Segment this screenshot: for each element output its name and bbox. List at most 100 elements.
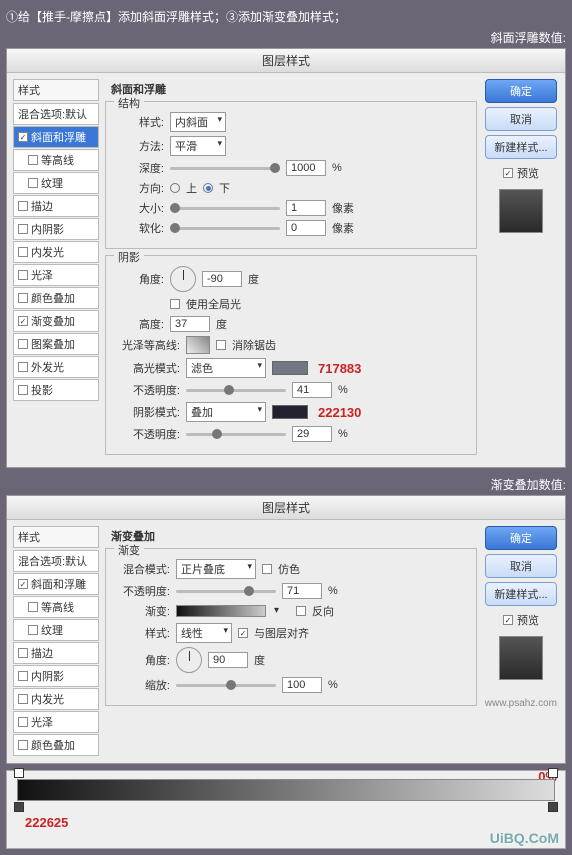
grad-opacity-slider[interactable] [176, 590, 276, 593]
highlight-opacity-input[interactable]: 41 [292, 382, 332, 398]
style-texture-row[interactable]: 纹理 [13, 172, 99, 194]
new-style-button[interactable]: 新建样式... [485, 135, 557, 159]
checkbox-icon[interactable] [18, 740, 28, 750]
blend-mode-dropdown[interactable]: 正片叠底 [176, 559, 256, 579]
gradient-bar[interactable] [17, 779, 555, 801]
checkbox-icon[interactable] [18, 385, 28, 395]
depth-input[interactable]: 1000 [286, 160, 326, 176]
style-glow-label2: 光泽 [31, 714, 53, 730]
px-unit: 像素 [332, 200, 354, 216]
depth-slider[interactable] [170, 167, 280, 170]
opacity-stop-left[interactable] [14, 768, 24, 778]
gradient-picker[interactable] [176, 605, 266, 617]
blend-options-row[interactable]: 混合选项:默认 [13, 103, 99, 125]
style-texture-row2[interactable]: 纹理 [13, 619, 99, 641]
structure-group: 结构 样式:内斜面 方法:平滑 深度:1000% 方向:上下 大小:1像素 软化… [105, 101, 477, 249]
dither-checkbox[interactable] [262, 564, 272, 574]
antialias-checkbox[interactable] [216, 340, 226, 350]
style-bevel-row2[interactable]: ✓斜面和浮雕 [13, 573, 99, 595]
style-coloroverlay-row[interactable]: 颜色叠加 [13, 287, 99, 309]
color-stop-left[interactable] [14, 802, 24, 812]
style-bevel-label2: 斜面和浮雕 [31, 576, 86, 592]
scale-input[interactable]: 100 [282, 677, 322, 693]
blend-options-row2[interactable]: 混合选项:默认 [13, 550, 99, 572]
style-glow-row2[interactable]: 光泽 [13, 711, 99, 733]
cancel-button[interactable]: 取消 [485, 107, 557, 131]
checkbox-icon[interactable] [28, 178, 38, 188]
checkbox-icon[interactable] [18, 201, 28, 211]
shadow-color-swatch[interactable] [272, 405, 308, 419]
ok-button2[interactable]: 确定 [485, 526, 557, 550]
soften-input[interactable]: 0 [286, 220, 326, 236]
checkbox-icon[interactable] [18, 671, 28, 681]
checkbox-icon[interactable] [28, 625, 38, 635]
ok-button[interactable]: 确定 [485, 79, 557, 103]
grad-angle-dial[interactable] [176, 647, 202, 673]
style-stroke-row[interactable]: 描边 [13, 195, 99, 217]
style-innershadow-label2: 内阴影 [31, 668, 64, 684]
preview-label: 预览 [517, 165, 539, 181]
preview-checkbox[interactable]: ✓ [503, 168, 513, 178]
size-input[interactable]: 1 [286, 200, 326, 216]
soften-slider[interactable] [170, 227, 280, 230]
style-innerglow-row2[interactable]: 内发光 [13, 688, 99, 710]
angle-label: 角度: [114, 271, 164, 287]
style-contour-row2[interactable]: 等高线 [13, 596, 99, 618]
highlight-color-swatch[interactable] [272, 361, 308, 375]
reverse-checkbox[interactable] [296, 606, 306, 616]
direction-up-radio[interactable] [170, 183, 180, 193]
checkbox-icon[interactable] [18, 362, 28, 372]
checkbox-icon[interactable] [18, 247, 28, 257]
opacity-stop-right[interactable] [548, 768, 558, 778]
checkbox-icon[interactable] [18, 293, 28, 303]
checkbox-icon[interactable] [28, 602, 38, 612]
checkbox-icon[interactable]: ✓ [18, 579, 28, 589]
style-innershadow-row2[interactable]: 内阴影 [13, 665, 99, 687]
highlight-mode-dropdown[interactable]: 滤色 [186, 358, 266, 378]
global-light-checkbox[interactable] [170, 299, 180, 309]
style-bevel-row[interactable]: ✓斜面和浮雕 [13, 126, 99, 148]
style-outerglow-row[interactable]: 外发光 [13, 356, 99, 378]
highlight-opacity-slider[interactable] [186, 389, 286, 392]
angle-input[interactable]: -90 [202, 271, 242, 287]
style-innershadow-row[interactable]: 内阴影 [13, 218, 99, 240]
checkbox-icon[interactable] [18, 648, 28, 658]
checkbox-icon[interactable]: ✓ [18, 316, 28, 326]
style-stroke-row2[interactable]: 描边 [13, 642, 99, 664]
checkbox-icon[interactable] [18, 270, 28, 280]
grad-style-dropdown[interactable]: 线性 [176, 623, 232, 643]
style-dropdown[interactable]: 内斜面 [170, 112, 226, 132]
checkbox-icon[interactable] [28, 155, 38, 165]
altitude-input[interactable]: 37 [170, 316, 210, 332]
checkbox-icon[interactable] [18, 717, 28, 727]
checkbox-icon[interactable]: ✓ [18, 132, 28, 142]
preview-checkbox2[interactable]: ✓ [503, 615, 513, 625]
grad-opacity-input[interactable]: 71 [282, 583, 322, 599]
deg3: 度 [254, 652, 265, 668]
direction-down-radio[interactable] [203, 183, 213, 193]
checkbox-icon[interactable] [18, 224, 28, 234]
shadow-opacity-input[interactable]: 29 [292, 426, 332, 442]
grad-angle-input[interactable]: 90 [208, 652, 248, 668]
new-style-button2[interactable]: 新建样式... [485, 582, 557, 606]
gloss-contour-picker[interactable] [186, 336, 210, 354]
grad-opacity-label: 不透明度: [114, 583, 170, 599]
size-slider[interactable] [170, 207, 280, 210]
technique-dropdown[interactable]: 平滑 [170, 136, 226, 156]
align-checkbox[interactable]: ✓ [238, 628, 248, 638]
style-dropshadow-row[interactable]: 投影 [13, 379, 99, 401]
cancel-button2[interactable]: 取消 [485, 554, 557, 578]
checkbox-icon[interactable] [18, 694, 28, 704]
shadow-mode-dropdown[interactable]: 叠加 [186, 402, 266, 422]
style-innerglow-row[interactable]: 内发光 [13, 241, 99, 263]
shadow-opacity-slider[interactable] [186, 433, 286, 436]
scale-slider[interactable] [176, 684, 276, 687]
color-stop-right[interactable] [548, 802, 558, 812]
angle-dial[interactable] [170, 266, 196, 292]
style-contour-row[interactable]: 等高线 [13, 149, 99, 171]
style-patternoverlay-row[interactable]: 图案叠加 [13, 333, 99, 355]
style-glow-row[interactable]: 光泽 [13, 264, 99, 286]
checkbox-icon[interactable] [18, 339, 28, 349]
style-coloroverlay-row2[interactable]: 颜色叠加 [13, 734, 99, 756]
style-gradientoverlay-row[interactable]: ✓渐变叠加 [13, 310, 99, 332]
